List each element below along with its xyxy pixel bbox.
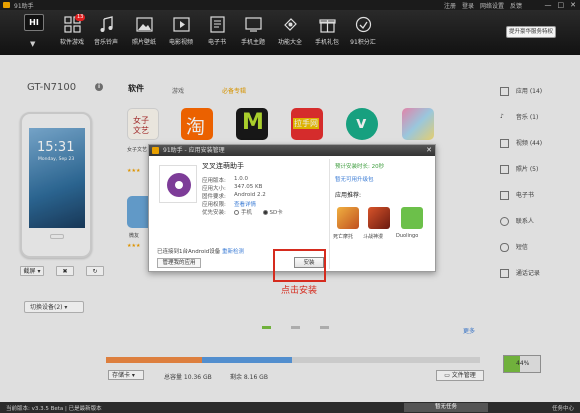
login-link[interactable]: 登录 (462, 1, 474, 10)
task-center-link[interactable]: 任务中心 (552, 404, 574, 412)
install-caption: 点击安装 (281, 286, 318, 296)
firmware-value: Android 2.2 (234, 192, 266, 198)
network-settings-link[interactable]: 网络设置 (480, 1, 504, 10)
nav-music[interactable]: 音乐铃声 (89, 16, 123, 52)
nav-apps-games[interactable]: 13 软件游戏 (55, 14, 89, 52)
app-icon (167, 173, 191, 197)
app-version-value: 1.0.0 (234, 176, 248, 182)
title-links: 注册 登录 网络设置 反馈 (444, 1, 522, 10)
app-logo-icon (3, 2, 10, 8)
hi-button[interactable]: HI (24, 14, 44, 31)
nav-label: 91积分汇 (350, 39, 376, 46)
chevron-down-icon[interactable]: ▼ (30, 40, 35, 48)
nav-label: 电子书 (207, 39, 226, 46)
book-icon (209, 16, 225, 33)
register-link[interactable]: 注册 (444, 1, 456, 10)
app-logo-icon (152, 147, 159, 154)
redetect-link[interactable]: 重新检测 (222, 249, 244, 255)
nav-label: 电影视频 (168, 39, 193, 46)
radio-phone[interactable] (234, 210, 239, 215)
nav-label: 功能大全 (277, 39, 302, 46)
app-size-row: 应用大小: 347.05 KB (202, 184, 263, 192)
title-bar: 91助手 注册 登录 网络设置 反馈 — □ ✕ (0, 0, 580, 10)
update-count-badge: 13 (75, 14, 86, 21)
rec-app-label: 死亡摩托 (333, 234, 354, 240)
app-size-value: 347.05 KB (234, 184, 263, 190)
window-title: 91助手 (14, 3, 34, 10)
vip-privilege-button[interactable]: 提升豪华服务特权 (506, 26, 556, 38)
rec-app-icon[interactable] (337, 207, 359, 229)
nav-photos[interactable]: 照片壁纸 (127, 16, 161, 52)
rec-app-icon[interactable] (368, 207, 390, 229)
nav-tools[interactable]: 功能大全 (273, 16, 307, 52)
feedback-link[interactable]: 反馈 (510, 1, 522, 10)
nav-themes[interactable]: 手机主题 (236, 16, 270, 52)
theme-icon (244, 17, 262, 32)
view-permissions-link[interactable]: 查看详情 (234, 200, 256, 208)
dialog-divider (329, 159, 330, 269)
nav-points[interactable]: 91积分汇 (346, 16, 380, 52)
dialog-close-button[interactable]: ✕ (426, 145, 432, 156)
nav-label: 手机主题 (240, 39, 265, 46)
nav-label: 软件游戏 (59, 39, 84, 46)
maximize-button[interactable]: □ (558, 1, 565, 9)
task-status[interactable]: 暂无任务 (404, 403, 488, 412)
minimize-button[interactable]: — (545, 1, 552, 9)
status-bar: 当前版本: v3.3.5 Beta | 已是最新版本 暂无任务 任务中心 (0, 402, 580, 413)
toolbox-icon (283, 18, 297, 31)
nav-label: 音乐铃声 (93, 39, 118, 46)
version-status: 当前版本: v3.3.5 Beta | 已是最新版本 (6, 406, 102, 412)
install-location-row: 优先安装: 手机 SD卡 (202, 210, 283, 216)
app-icon-frame (159, 165, 197, 203)
dialog-title-bar: 91助手 - 应用安装管理 ✕ (149, 145, 435, 156)
install-highlight-box (273, 249, 326, 282)
top-nav: HI ▼ 13 软件游戏 音乐铃声 照片壁纸 电影视频 电子书 手机主题 功能大… (0, 10, 580, 55)
dialog-app-name: 叉叉连萌助手 (202, 162, 244, 170)
rec-app-label: 斗战神漫 (363, 234, 384, 240)
recommendations-title: 应用推荐: (335, 192, 362, 199)
firmware-row: 固件要求: Android 2.2 (202, 192, 266, 200)
estimated-install-time: 预计安装时长: 20秒 (335, 164, 385, 170)
permissions-row: 应用权限: 查看详情 (202, 202, 257, 208)
music-note-icon (100, 16, 113, 32)
radio-sd-card[interactable] (262, 210, 268, 215)
film-icon (172, 17, 190, 32)
close-button[interactable]: ✕ (570, 1, 576, 9)
photo-icon (135, 17, 153, 32)
connection-status: 已连接到1台Android设备 重新检测 (157, 249, 245, 255)
manage-apps-button[interactable]: 管理我的应用 (157, 258, 201, 268)
gift-icon (318, 19, 336, 33)
window-controls: — □ ✕ (545, 1, 577, 9)
upgrade-package-link[interactable]: 暂无可用升级包 (335, 175, 374, 183)
nav-gifts[interactable]: 手机礼包 (310, 16, 344, 52)
app-window: 91助手 注册 登录 网络设置 反馈 — □ ✕ HI ▼ 13 软件游戏 音乐… (0, 0, 580, 413)
rec-app-icon[interactable] (401, 207, 423, 229)
nav-ebooks[interactable]: 电子书 (200, 16, 234, 52)
nav-label: 手机礼包 (314, 39, 339, 46)
nav-videos[interactable]: 电影视频 (164, 16, 198, 52)
rec-app-label: Duolingo (396, 233, 419, 239)
app-version-row: 应用版本: 1.0.0 (202, 176, 248, 184)
nav-label: 照片壁纸 (131, 39, 156, 46)
dialog-title: 91助手 - 应用安装管理 (163, 147, 225, 154)
points-icon (355, 16, 371, 33)
